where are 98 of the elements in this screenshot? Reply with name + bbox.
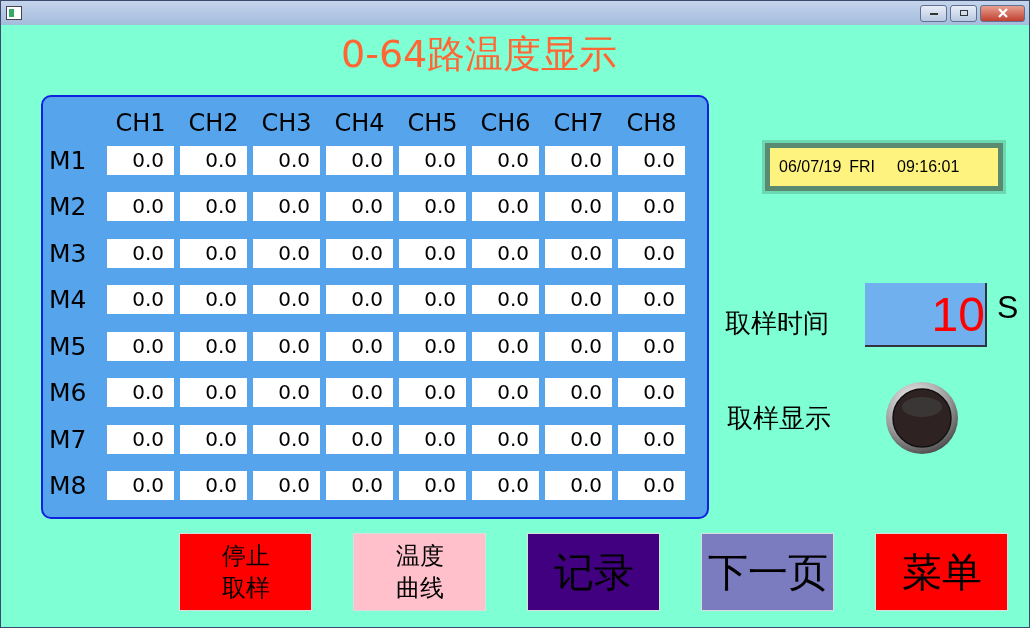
row-header: M6 bbox=[48, 378, 88, 408]
temperature-cell: 0.0 bbox=[545, 238, 612, 268]
temperature-cell: 0.0 bbox=[326, 471, 393, 501]
temperature-cell: 0.0 bbox=[253, 285, 320, 315]
temperature-cell: 0.0 bbox=[326, 238, 393, 268]
temperature-cell: 0.0 bbox=[253, 238, 320, 268]
temperature-cell: 0.0 bbox=[253, 471, 320, 501]
temperature-cell: 0.0 bbox=[545, 331, 612, 361]
column-header: CH4 bbox=[333, 109, 386, 137]
temperature-cell: 0.0 bbox=[253, 192, 320, 222]
temperature-cell: 0.0 bbox=[399, 238, 466, 268]
temperature-cell: 0.0 bbox=[180, 471, 247, 501]
temperature-cell: 0.0 bbox=[545, 378, 612, 408]
temperature-cell: 0.0 bbox=[107, 238, 174, 268]
temperature-cell: 0.0 bbox=[472, 378, 539, 408]
close-button[interactable] bbox=[980, 4, 1025, 22]
column-header: CH3 bbox=[260, 109, 313, 137]
temperature-cell: 0.0 bbox=[180, 145, 247, 175]
maximize-button[interactable] bbox=[950, 4, 977, 22]
temperature-cell: 0.0 bbox=[545, 424, 612, 454]
temperature-cell: 0.0 bbox=[253, 378, 320, 408]
function-button[interactable]: 停止 取样 bbox=[179, 533, 312, 611]
temperature-cell: 0.0 bbox=[399, 378, 466, 408]
temperature-cell: 0.0 bbox=[618, 471, 685, 501]
temperature-cell: 0.0 bbox=[472, 145, 539, 175]
temperature-cell: 0.0 bbox=[326, 331, 393, 361]
temperature-cell: 0.0 bbox=[253, 331, 320, 361]
temperature-cell: 0.0 bbox=[399, 331, 466, 361]
temperature-cell: 0.0 bbox=[180, 331, 247, 361]
temperature-cell: 0.0 bbox=[107, 471, 174, 501]
column-header: CH5 bbox=[406, 109, 459, 137]
temperature-cell: 0.0 bbox=[618, 424, 685, 454]
time-text: 09:16:01 bbox=[897, 158, 960, 176]
unit-label: S bbox=[997, 289, 1019, 326]
temperature-cell: 0.0 bbox=[399, 145, 466, 175]
temperature-cell: 0.0 bbox=[545, 192, 612, 222]
temperature-cell: 0.0 bbox=[472, 331, 539, 361]
temperature-cell: 0.0 bbox=[107, 285, 174, 315]
temperature-cell: 0.0 bbox=[618, 285, 685, 315]
column-header: CH7 bbox=[552, 109, 605, 137]
temperature-cell: 0.0 bbox=[545, 285, 612, 315]
minimize-icon bbox=[928, 10, 939, 16]
row-header: M1 bbox=[48, 145, 88, 175]
row-header: M2 bbox=[48, 192, 88, 222]
temperature-cell: 0.0 bbox=[618, 238, 685, 268]
temperature-cell: 0.0 bbox=[180, 285, 247, 315]
temperature-cell: 0.0 bbox=[326, 145, 393, 175]
page-title: 0-64路温度显示 bbox=[341, 31, 618, 77]
temperature-cell: 0.0 bbox=[107, 192, 174, 222]
temperature-cell: 0.0 bbox=[545, 471, 612, 501]
temperature-cell: 0.0 bbox=[399, 471, 466, 501]
temperature-cell: 0.0 bbox=[107, 145, 174, 175]
temperature-cell: 0.0 bbox=[180, 424, 247, 454]
temperature-cell: 0.0 bbox=[399, 424, 466, 454]
column-header: CH6 bbox=[479, 109, 532, 137]
temperature-cell: 0.0 bbox=[107, 331, 174, 361]
temperature-cell: 0.0 bbox=[326, 285, 393, 315]
temperature-cell: 0.0 bbox=[399, 285, 466, 315]
temperature-cell: 0.0 bbox=[107, 378, 174, 408]
temperature-cell: 0.0 bbox=[180, 238, 247, 268]
function-button[interactable]: 菜单 bbox=[875, 533, 1008, 611]
temperature-cell: 0.0 bbox=[472, 285, 539, 315]
function-button[interactable]: 温度 曲线 bbox=[353, 533, 486, 611]
column-header: CH1 bbox=[114, 109, 167, 137]
temperature-cell: 0.0 bbox=[326, 192, 393, 222]
temperature-cell: 0.0 bbox=[618, 331, 685, 361]
column-header: CH8 bbox=[625, 109, 678, 137]
row-header: M8 bbox=[48, 471, 88, 501]
close-icon bbox=[996, 8, 1009, 18]
sample-time-label: 取样时间 bbox=[725, 307, 830, 340]
temperature-cell: 0.0 bbox=[253, 145, 320, 175]
temperature-cell: 0.0 bbox=[618, 145, 685, 175]
temperature-cell: 0.0 bbox=[326, 378, 393, 408]
temperature-cell: 0.0 bbox=[472, 424, 539, 454]
temperature-cell: 0.0 bbox=[326, 424, 393, 454]
temperature-cell: 0.0 bbox=[618, 378, 685, 408]
day-text: FRI bbox=[849, 158, 876, 176]
temperature-cell: 0.0 bbox=[399, 192, 466, 222]
temperature-cell: 0.0 bbox=[618, 192, 685, 222]
temperature-cell: 0.0 bbox=[472, 471, 539, 501]
function-button[interactable]: 下一页 bbox=[701, 533, 834, 611]
row-header: M4 bbox=[48, 285, 88, 315]
minimize-button[interactable] bbox=[920, 4, 947, 22]
temperature-cell: 0.0 bbox=[253, 424, 320, 454]
date-text: 06/07/19 bbox=[779, 158, 842, 176]
temperature-cell: 0.0 bbox=[180, 378, 247, 408]
maximize-icon bbox=[958, 9, 969, 17]
temperature-cell: 0.0 bbox=[472, 192, 539, 222]
sample-display-label: 取样显示 bbox=[727, 401, 832, 435]
row-header: M3 bbox=[48, 238, 88, 268]
temperature-cell: 0.0 bbox=[180, 192, 247, 222]
temperature-cell: 0.0 bbox=[545, 145, 612, 175]
temperature-cell: 0.0 bbox=[107, 424, 174, 454]
row-header: M5 bbox=[48, 331, 88, 361]
row-header: M7 bbox=[48, 424, 88, 454]
app-icon bbox=[6, 6, 22, 20]
temperature-cell: 0.0 bbox=[472, 238, 539, 268]
column-header: CH2 bbox=[187, 109, 240, 137]
